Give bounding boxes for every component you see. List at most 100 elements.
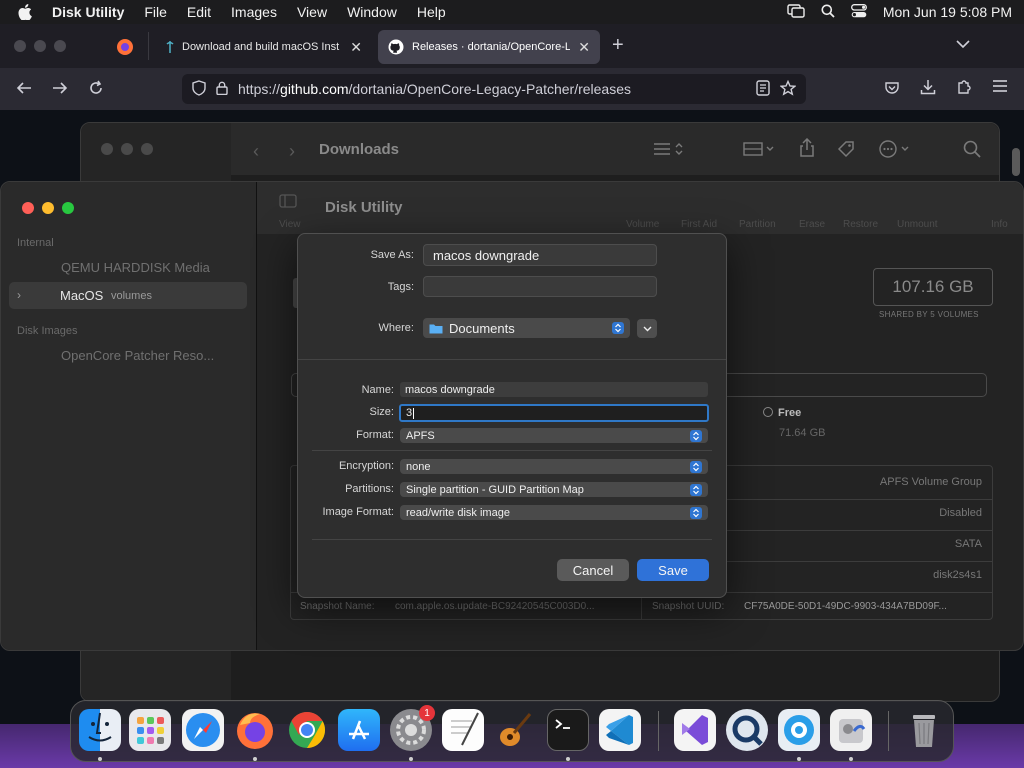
dock-visual-studio-icon[interactable] <box>674 709 716 751</box>
size-input-value: 3 <box>406 407 413 419</box>
tags-input[interactable] <box>423 276 657 297</box>
toolbar-restore-label[interactable]: Restore <box>843 219 878 230</box>
toolbar-first-aid-label[interactable]: First Aid <box>681 219 717 230</box>
du-zoom-button[interactable] <box>62 202 74 214</box>
hamburger-menu-icon[interactable] <box>992 79 1008 96</box>
popup-arrows-icon <box>690 460 702 473</box>
extensions-puzzle-icon[interactable] <box>956 79 972 98</box>
pocket-icon[interactable] <box>884 80 900 99</box>
url-text[interactable]: https://github.com/dortania/OpenCore-Leg… <box>238 81 631 97</box>
new-tab-plus-icon[interactable]: + <box>612 34 624 57</box>
finder-group-icon[interactable] <box>743 141 777 160</box>
sidebar-item-macos-sub: volumes <box>111 290 152 302</box>
dock-firefox-icon[interactable] <box>234 709 276 751</box>
tracking-protection-shield-icon[interactable] <box>192 79 206 99</box>
page-scrollbar[interactable] <box>1012 148 1020 176</box>
encryption-popup[interactable]: none <box>400 459 708 474</box>
browser-zoom-button[interactable] <box>54 40 66 52</box>
dock-finder-icon[interactable] <box>79 709 121 751</box>
menu-edit[interactable]: Edit <box>187 4 211 20</box>
image-format-popup[interactable]: read/write disk image <box>400 505 708 520</box>
sidebar-header-internal: Internal <box>17 237 54 249</box>
menu-window[interactable]: Window <box>347 4 397 20</box>
toolbar-partition-label[interactable]: Partition <box>739 219 776 230</box>
forward-arrow-icon[interactable] <box>52 81 68 98</box>
toolbar-volume-label[interactable]: Volume <box>626 219 659 230</box>
toolbar-info-label[interactable]: Info <box>991 219 1008 230</box>
where-popup[interactable]: Documents <box>423 318 630 338</box>
disclosure-chevron-icon[interactable]: › <box>17 288 21 302</box>
firefox-view-icon[interactable] <box>116 38 134 59</box>
du-minimize-button[interactable] <box>42 202 54 214</box>
dock-terminal-icon[interactable] <box>547 709 589 751</box>
finder-zoom-button[interactable] <box>141 143 153 155</box>
format-popup[interactable]: APFS <box>400 428 708 443</box>
tab-title: Releases · dortania/OpenCore-L <box>412 41 571 53</box>
partitions-popup[interactable]: Single partition - GUID Partition Map <box>400 482 708 497</box>
dock-vscode-icon[interactable] <box>599 709 641 751</box>
tab-favicon-icon <box>166 40 174 54</box>
back-arrow-icon[interactable] <box>16 81 32 98</box>
toolbar-view-label[interactable]: View <box>279 219 301 230</box>
screen-mirror-icon[interactable] <box>787 3 805 21</box>
sidebar-item-qemu-disk[interactable]: QEMU HARDDISK Media <box>61 260 210 275</box>
dock-launchpad-icon[interactable] <box>129 709 171 751</box>
spotlight-search-icon[interactable] <box>821 4 835 21</box>
url-bar[interactable]: https://github.com/dortania/OpenCore-Leg… <box>182 74 806 104</box>
finder-back-chevron-icon[interactable]: ‹ <box>253 141 259 162</box>
dock-disk-utility-icon[interactable] <box>830 709 872 751</box>
reload-icon[interactable] <box>88 80 104 99</box>
toolbar-unmount-label[interactable]: Unmount <box>897 219 938 230</box>
bookmark-star-icon[interactable] <box>779 79 797 99</box>
list-all-tabs-chevron-icon[interactable] <box>956 38 970 52</box>
cancel-button[interactable]: Cancel <box>557 559 629 581</box>
finder-tag-icon[interactable] <box>837 140 855 161</box>
name-input[interactable]: macos downgrade <box>400 382 708 397</box>
save-button[interactable]: Save <box>637 559 709 581</box>
dock-quicktime-icon[interactable] <box>726 709 768 751</box>
tab-close-icon[interactable]: ✕ <box>578 39 590 56</box>
dock-opencore-patcher-icon[interactable] <box>778 709 820 751</box>
toolbar-erase-label[interactable]: Erase <box>799 219 825 230</box>
dock-chrome-icon[interactable] <box>286 709 328 751</box>
tab-close-icon[interactable]: ✕ <box>350 39 362 56</box>
downloads-icon[interactable] <box>920 79 936 98</box>
finder-share-icon[interactable] <box>799 137 815 161</box>
dock-textedit-icon[interactable] <box>442 709 484 751</box>
finder-forward-chevron-icon[interactable]: › <box>289 141 295 162</box>
browser-close-button[interactable] <box>14 40 26 52</box>
du-toolbar: Disk Utility View Volume First Aid Parti… <box>257 182 1023 234</box>
sidebar-item-opencore-image[interactable]: OpenCore Patcher Reso... <box>61 348 214 363</box>
dock-app-store-icon[interactable] <box>338 709 380 751</box>
finder-minimize-button[interactable] <box>121 143 133 155</box>
size-input[interactable]: 3 <box>399 404 709 422</box>
sidebar-view-icon[interactable] <box>279 194 297 211</box>
menu-view[interactable]: View <box>297 4 327 20</box>
menu-help[interactable]: Help <box>417 4 446 20</box>
running-indicator <box>566 757 570 761</box>
finder-search-icon[interactable] <box>963 140 981 161</box>
save-as-input[interactable]: macos downgrade <box>423 244 657 266</box>
du-close-button[interactable] <box>22 202 34 214</box>
finder-action-ellipsis-icon[interactable] <box>879 140 913 161</box>
menubar-clock[interactable]: Mon Jun 19 5:08 PM <box>883 4 1012 20</box>
reader-view-icon[interactable] <box>756 79 770 99</box>
dock-safari-icon[interactable] <box>182 709 224 751</box>
dock-divider <box>888 711 889 751</box>
expand-dialog-button[interactable] <box>637 319 657 338</box>
lock-icon[interactable] <box>216 81 228 98</box>
finder-close-button[interactable] <box>101 143 113 155</box>
apple-menu-icon[interactable] <box>18 4 34 20</box>
tab-download-macos[interactable]: Download and build macOS Inst ✕ <box>156 30 372 64</box>
browser-minimize-button[interactable] <box>34 40 46 52</box>
dock-trash-icon[interactable] <box>903 709 945 751</box>
free-value: 71.64 GB <box>779 427 826 439</box>
menu-app-name[interactable]: Disk Utility <box>52 4 124 20</box>
where-label: Where: <box>378 322 414 334</box>
finder-list-view-icon[interactable] <box>653 141 685 160</box>
control-center-icon[interactable] <box>850 3 867 21</box>
menu-images[interactable]: Images <box>231 4 277 20</box>
menu-file[interactable]: File <box>144 4 167 20</box>
dock-garageband-icon[interactable] <box>494 709 536 751</box>
tab-releases[interactable]: Releases · dortania/OpenCore-L ✕ <box>378 30 600 64</box>
